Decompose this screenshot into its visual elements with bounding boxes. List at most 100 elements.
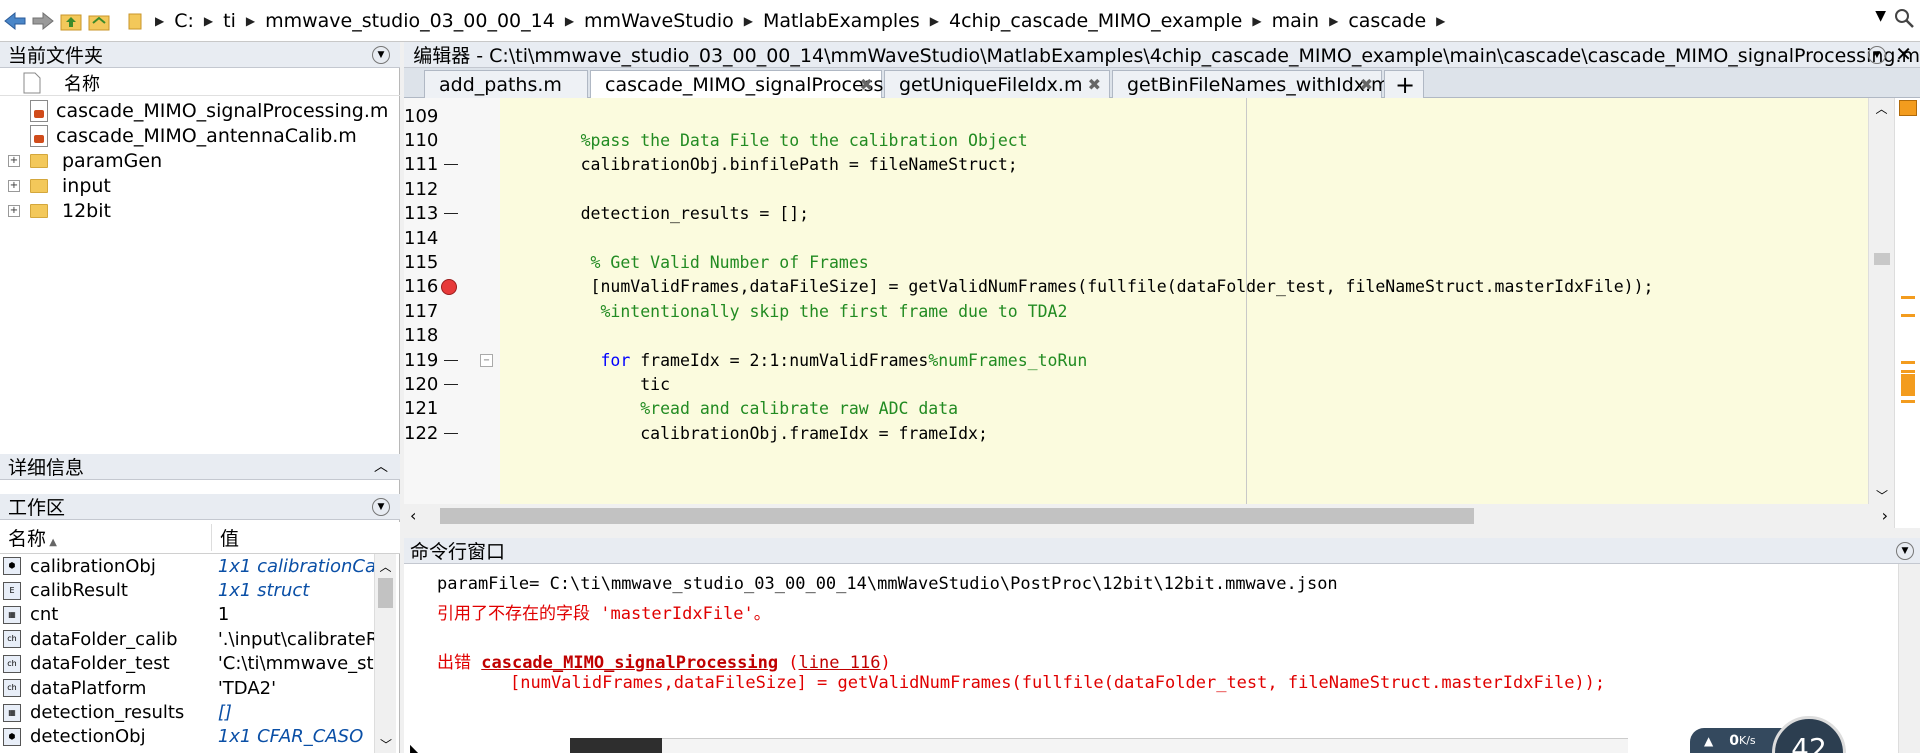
command-window[interactable]: paramFile= C:\ti\mmwave_studio_03_00_00_… (404, 564, 1920, 753)
warning-marker[interactable] (1901, 296, 1915, 299)
command-scrollbar[interactable] (1898, 564, 1920, 753)
back-button[interactable] (2, 6, 28, 36)
chevron-up-icon[interactable]: ︿ (1869, 100, 1894, 117)
table-row[interactable]: ch dataFolder_test 'C:\ti\mmwave_stu (0, 652, 376, 676)
code-line[interactable]: 117 %intentionally skip the first frame … (404, 299, 1894, 323)
breakpoint-icon[interactable] (441, 278, 457, 295)
code-line[interactable]: 115 % Get Valid Number of Frames (404, 250, 1894, 274)
expand-icon[interactable]: + (8, 179, 20, 192)
expand-icon[interactable]: + (8, 204, 20, 217)
code-line[interactable]: 120 tic (404, 372, 1894, 396)
executable-line-marker[interactable] (444, 432, 458, 434)
details-title[interactable]: 详细信息 ︿ (0, 454, 400, 480)
crumb-4[interactable]: MatlabExamples (758, 10, 925, 32)
crumb-2[interactable]: mmwave_studio_03_00_00_14 (260, 10, 560, 32)
chevron-up-icon[interactable]: ︿ (375, 558, 396, 575)
scroll-thumb[interactable] (378, 578, 393, 608)
code-line[interactable]: 110 %pass the Data File to the calibrati… (404, 128, 1894, 152)
chevron-down-icon[interactable]: ﹀ (1869, 487, 1895, 504)
workspace-scrollbar[interactable]: ︿ ﹀ (374, 554, 396, 753)
line-number[interactable]: 109 (404, 106, 438, 127)
tab-cascade-mimo-signal-processing[interactable]: cascade_MIMO_signalProcessing.m ✖ (590, 70, 937, 99)
column-name-header[interactable]: 名称 (64, 70, 100, 96)
code-line[interactable]: 111 calibrationObj.binfilePath = fileNam… (404, 153, 1894, 177)
line-number[interactable]: 122 (404, 423, 438, 444)
line-number[interactable]: 118 (404, 325, 438, 346)
executable-line-marker[interactable] (444, 213, 458, 215)
list-item[interactable]: cascade_MIMO_signalProcessing.m (30, 98, 388, 123)
ws-col-value[interactable]: 值 (212, 524, 239, 551)
scroll-thumb[interactable] (1874, 253, 1890, 265)
expand-icon[interactable]: + (8, 154, 20, 167)
warning-marker[interactable] (1901, 400, 1915, 403)
ws-col-name[interactable]: 名称 ▲ (0, 524, 212, 551)
forward-button[interactable] (30, 6, 56, 36)
line-number[interactable]: 120 (404, 374, 438, 395)
warning-marker[interactable] (1901, 374, 1915, 396)
error-function-link[interactable]: cascade_MIMO_signalProcessing (481, 653, 778, 673)
table-row[interactable]: ▦ cnt 1 (0, 603, 376, 627)
warning-marker[interactable] (1901, 370, 1915, 373)
list-item[interactable]: cascade_MIMO_antennaCalib.m (30, 123, 357, 148)
up-folder-button[interactable] (58, 6, 84, 36)
close-icon[interactable]: ✖ (1088, 75, 1101, 94)
code-line[interactable]: 118 (404, 324, 1894, 348)
editor-menu-icon[interactable]: ▼ (1868, 46, 1886, 64)
close-icon[interactable]: ✕ (1895, 42, 1912, 66)
tab-get-unique-file-idx[interactable]: getUniqueFileIdx.m ✖ (884, 70, 1110, 98)
code-line[interactable]: 114 (404, 226, 1894, 250)
line-number[interactable]: 114 (404, 228, 438, 249)
editor-horizontal-scrollbar[interactable]: ‹ › (404, 504, 1894, 528)
tab-add-paths[interactable]: add_paths.m (424, 70, 588, 98)
list-item[interactable]: + input (0, 173, 111, 198)
executable-line-marker[interactable] (444, 384, 458, 386)
tab-get-bin-file-names[interactable]: getBinFileNames_withIdx.m ✖ (1112, 70, 1390, 98)
crumb-3[interactable]: mmWaveStudio (579, 10, 739, 32)
fold-toggle-icon[interactable]: − (480, 353, 493, 367)
address-dropdown-icon[interactable]: ▼ (1875, 8, 1886, 24)
line-number[interactable]: 113 (404, 203, 438, 224)
workspace-menu-icon[interactable]: ▼ (372, 498, 390, 516)
table-row[interactable]: ⬢ calibrationObj 1x1 calibrationCa (0, 554, 376, 578)
executable-line-marker[interactable] (444, 359, 458, 361)
code-line[interactable]: 116 [numValidFrames,dataFileSize] = getV… (404, 275, 1894, 299)
table-row[interactable]: ch dataPlatform 'TDA2' (0, 676, 376, 700)
line-number[interactable]: 121 (404, 398, 438, 419)
warning-marker[interactable] (1901, 361, 1915, 364)
executable-line-marker[interactable] (444, 164, 458, 166)
table-row[interactable]: ▦ detection_results [] (0, 700, 376, 724)
code-line[interactable]: 113 detection_results = []; (404, 202, 1894, 226)
warning-indicator-icon[interactable] (1899, 100, 1917, 116)
table-row[interactable]: EcalibResult 1x1 struct (0, 578, 376, 602)
crumb-6[interactable]: main (1267, 10, 1324, 32)
crumb-5[interactable]: 4chip_cascade_MIMO_example (944, 10, 1247, 32)
chevron-up-icon[interactable]: ︿ (374, 456, 388, 476)
table-row[interactable]: ch dataFolder_calib '.\input\calibrateR (0, 627, 376, 651)
crumb-0[interactable]: C: (169, 10, 199, 32)
line-number[interactable]: 111 (404, 154, 438, 175)
chevron-left-icon[interactable]: ‹ (410, 506, 416, 525)
list-item[interactable]: + paramGen (0, 148, 162, 173)
editor-vertical-scrollbar[interactable]: ︿ ﹀ (1868, 98, 1894, 504)
line-number[interactable]: 115 (404, 252, 438, 273)
list-item[interactable]: + 12bit (0, 198, 111, 223)
code-line[interactable]: 112 (404, 177, 1894, 201)
chevron-right-icon[interactable]: › (1882, 506, 1888, 525)
browse-folder-button[interactable] (86, 6, 112, 36)
code-line[interactable]: 122 calibrationObj.frameIdx = frameIdx; (404, 421, 1894, 445)
close-icon[interactable]: ✖ (860, 75, 873, 94)
line-number[interactable]: 117 (404, 301, 438, 322)
line-number[interactable]: 110 (404, 130, 438, 151)
scroll-thumb[interactable] (440, 508, 1474, 524)
line-number[interactable]: 119 (404, 350, 438, 371)
chevron-down-icon[interactable]: ﹀ (375, 736, 397, 753)
current-folder-menu-icon[interactable]: ▼ (372, 46, 390, 64)
warning-marker[interactable] (1901, 314, 1915, 317)
code-line[interactable]: 121 %read and calibrate raw ADC data (404, 397, 1894, 421)
crumb-1[interactable]: ti (218, 10, 241, 32)
close-icon[interactable]: ✖ (1360, 75, 1373, 94)
line-number[interactable]: 112 (404, 179, 438, 200)
table-row[interactable]: ⬢ detectionObj 1x1 CFAR_CASO (0, 725, 376, 749)
search-button[interactable] (1892, 6, 1916, 35)
add-tab-button[interactable]: + (1384, 70, 1424, 99)
